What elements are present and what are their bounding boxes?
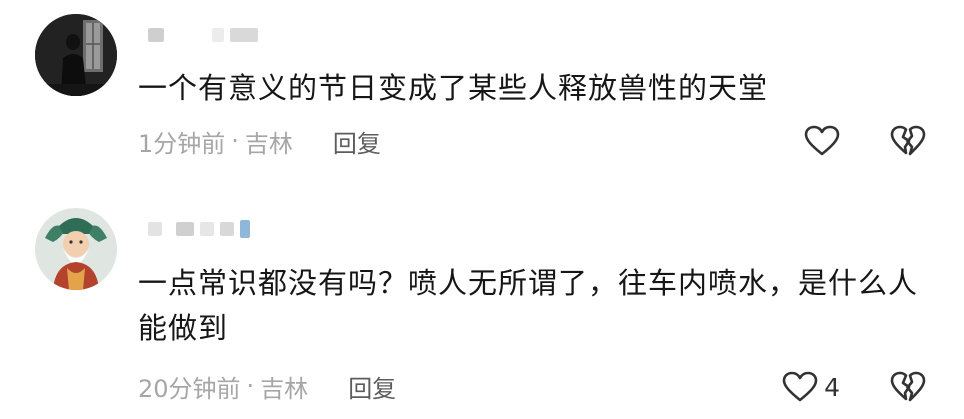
- like-count: 4: [824, 372, 840, 402]
- reply-button[interactable]: 回复: [348, 369, 396, 404]
- comment-text: 一个有意义的节日变成了某些人释放兽性的天堂: [138, 71, 769, 105]
- like-button[interactable]: 4: [782, 365, 840, 409]
- meta-separator: ·: [246, 372, 255, 400]
- cartoon-deity-avatar-icon: [35, 208, 117, 290]
- username[interactable]: [148, 20, 264, 50]
- avatar[interactable]: [35, 208, 117, 290]
- comment-time: 20分钟前: [138, 374, 241, 403]
- dislike-button[interactable]: [886, 119, 930, 163]
- meta-separator: ·: [231, 127, 239, 155]
- comment-location: 吉林: [244, 129, 293, 158]
- comment-time: 1分钟前: [138, 129, 226, 158]
- reply-button[interactable]: 回复: [333, 124, 381, 159]
- broken-heart-icon: [890, 125, 926, 156]
- heart-outline-icon: [804, 125, 840, 156]
- comment-meta: 20分钟前 · 吉林 回复: [138, 368, 396, 404]
- dark-figure-avatar-icon: [35, 14, 117, 96]
- avatar[interactable]: [35, 14, 117, 96]
- dislike-button[interactable]: [886, 365, 930, 409]
- comment-meta: 1分钟前 · 吉林 回复: [138, 123, 381, 159]
- comment-item: 一点常识都没有吗？喷人无所谓了，往车内喷水，是什么人能做到 20分钟前 · 吉林…: [0, 190, 964, 419]
- broken-heart-icon: [890, 371, 926, 402]
- comment-text: 一点常识都没有吗？喷人无所谓了，往车内喷水，是什么人能做到: [138, 266, 919, 345]
- comment-location: 吉林: [260, 374, 309, 403]
- like-button[interactable]: [804, 119, 846, 163]
- username[interactable]: [148, 214, 256, 244]
- heart-outline-icon: [782, 371, 818, 402]
- comment-item: 一个有意义的节日变成了某些人释放兽性的天堂 1分钟前 · 吉林 回复: [0, 0, 964, 190]
